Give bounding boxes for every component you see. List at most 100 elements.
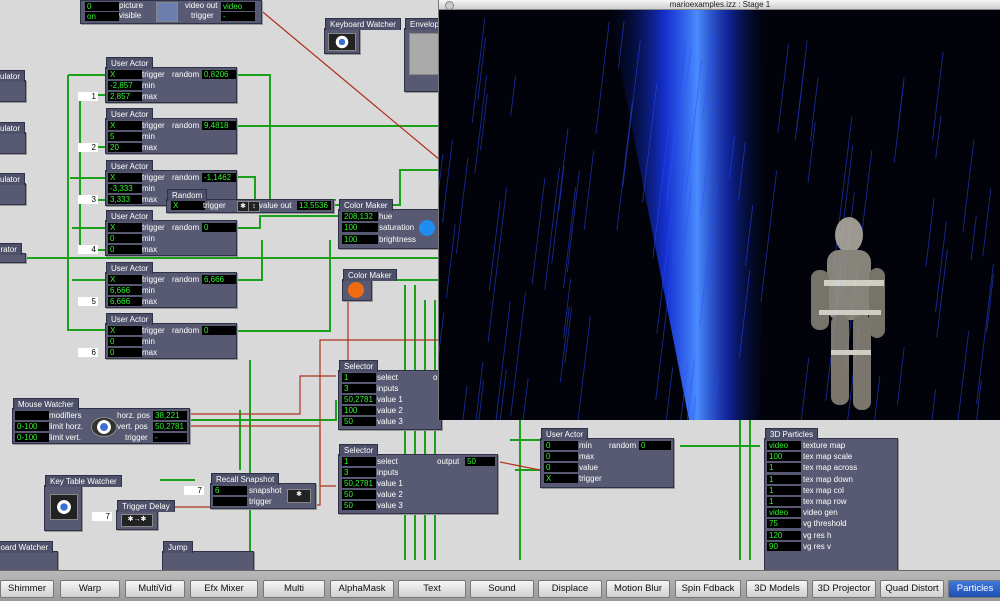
- envelope-generator-actor[interactable]: Envelop: [404, 18, 444, 92]
- keyboard-watcher-actor[interactable]: Keyboard Watcher: [324, 18, 401, 54]
- stage-title-bar[interactable]: marioexamples.izz : Stage 1: [439, 0, 1000, 10]
- min-value[interactable]: 5: [108, 132, 142, 141]
- particle-param-value[interactable]: video: [767, 441, 801, 450]
- value-1[interactable]: 50,2781: [342, 395, 376, 404]
- value-2[interactable]: 100: [342, 406, 376, 415]
- trigger-value[interactable]: X: [544, 474, 578, 483]
- random-value[interactable]: 0,8206: [202, 70, 236, 79]
- trigger-value[interactable]: X: [108, 275, 142, 284]
- vert-pos-value[interactable]: 50,2781: [153, 422, 187, 431]
- video-out-value[interactable]: video: [221, 2, 255, 11]
- tab-multi[interactable]: Multi: [263, 580, 325, 598]
- picture-value[interactable]: 0: [85, 2, 119, 11]
- max-value[interactable]: 2,857: [108, 92, 142, 101]
- tab-particles[interactable]: Particles: [948, 580, 1000, 598]
- min-value[interactable]: -3,333: [108, 184, 142, 193]
- value-2[interactable]: 50: [342, 490, 376, 499]
- limit-vert-value[interactable]: 0-100: [15, 433, 49, 442]
- tab-motion-blur[interactable]: Motion Blur: [606, 580, 670, 598]
- stage-window[interactable]: marioexamples.izz : Stage 1: [438, 0, 1000, 420]
- user-actor[interactable]: User Actor X 5 20 trigger min max random…: [105, 108, 237, 154]
- max-value[interactable]: 0: [108, 245, 142, 254]
- particle-param-value[interactable]: 90: [767, 541, 801, 551]
- random-out-value[interactable]: 13,5536: [297, 201, 331, 210]
- trigger-delay-actor[interactable]: Trigger Delay ✱→✱: [116, 500, 175, 530]
- max-value[interactable]: 3,333: [108, 195, 142, 204]
- inputs-value[interactable]: 3: [342, 384, 376, 393]
- user-actor-port[interactable]: 1: [78, 92, 98, 101]
- tab-alphamask[interactable]: AlphaMask: [330, 580, 394, 598]
- min-value[interactable]: 6,666: [108, 286, 142, 295]
- mouse-trigger-value[interactable]: -: [153, 433, 187, 442]
- random-value[interactable]: 0: [202, 326, 236, 335]
- saturation-value[interactable]: 100: [342, 223, 378, 232]
- user-actor-port[interactable]: 2: [78, 143, 98, 152]
- limit-horz-value[interactable]: 0-100: [15, 422, 49, 431]
- particle-param-value[interactable]: 1: [767, 497, 801, 506]
- key-table-watcher-actor[interactable]: Key Table Watcher: [44, 475, 122, 531]
- particle-param-value[interactable]: 75: [767, 519, 801, 529]
- particle-param-value[interactable]: 1: [767, 474, 801, 484]
- picture-player-actor[interactable]: 0 on picture visible video out video tri…: [80, 0, 262, 24]
- select-value[interactable]: 1: [342, 457, 376, 466]
- tab-3d-projector[interactable]: 3D Projector: [812, 580, 876, 598]
- snapshot-value[interactable]: 6: [213, 486, 247, 495]
- user-actor-port[interactable]: 4: [78, 245, 98, 254]
- tab-quad-distort[interactable]: Quad Distort: [880, 580, 944, 598]
- tab-sound[interactable]: Sound: [470, 580, 534, 598]
- visible-value[interactable]: on: [85, 12, 119, 21]
- recall-snapshot-actor[interactable]: Recall Snapshot 6 snapshot trigger ✱: [210, 473, 316, 509]
- output-value[interactable]: 50: [465, 457, 495, 466]
- max-value[interactable]: 6,666: [108, 297, 142, 306]
- max-value[interactable]: 20: [108, 143, 142, 152]
- tab-spin-fdback[interactable]: Spin Fdback: [675, 580, 741, 598]
- random-value[interactable]: -1,1462: [202, 173, 236, 182]
- tab-warp[interactable]: Warp: [60, 580, 120, 598]
- hue-value[interactable]: 208,132: [342, 212, 378, 221]
- trigger-value[interactable]: X: [108, 121, 142, 130]
- user-actor-bottom[interactable]: User Actor 0 0 0 X min max value trigger…: [540, 428, 674, 488]
- particle-param-value[interactable]: video: [767, 508, 801, 518]
- trigger-value[interactable]: X: [108, 326, 142, 335]
- trigger-delay-input[interactable]: 7: [92, 512, 112, 521]
- min-value[interactable]: 0: [108, 337, 142, 346]
- user-actor-port[interactable]: 5: [78, 297, 98, 306]
- patch-editor[interactable]: 0 on picture visible video out video tri…: [0, 0, 1000, 570]
- selector-actor-2[interactable]: Selector 1 3 50,2781 50 50 select inputs…: [338, 444, 498, 514]
- tab-multivid[interactable]: MultiVid: [125, 580, 185, 598]
- value-3[interactable]: 50: [342, 501, 376, 510]
- particle-param-value[interactable]: 120: [767, 530, 801, 540]
- jump-actor[interactable]: Jump: [162, 541, 254, 570]
- color-maker-actor-2[interactable]: Color Maker: [342, 269, 397, 301]
- max-value[interactable]: 0: [108, 348, 142, 357]
- min-value[interactable]: 0: [544, 441, 578, 450]
- value-1[interactable]: 50,2781: [342, 479, 376, 488]
- user-actor-port[interactable]: 6: [78, 348, 98, 357]
- recall-snapshot-input[interactable]: 7: [184, 486, 204, 495]
- max-value[interactable]: 0: [544, 452, 578, 461]
- user-actor[interactable]: User Actor X 6,666 6,666 trigger min max…: [105, 262, 237, 308]
- particle-param-value[interactable]: 1: [767, 463, 801, 473]
- inputs-value[interactable]: 3: [342, 468, 376, 477]
- min-value[interactable]: -2,857: [108, 81, 142, 90]
- calculator-actor[interactable]: culator: [0, 70, 26, 102]
- horz-pos-value[interactable]: 38,221: [153, 411, 187, 420]
- user-actor-port[interactable]: 3: [78, 195, 98, 204]
- user-actor[interactable]: User Actor X -2,857 2,857 trigger min ma…: [105, 57, 237, 103]
- random-actor[interactable]: Random X trigger ✱ ↕ value out 13,5536: [166, 189, 334, 213]
- calculator-actor[interactable]: culator: [0, 122, 26, 154]
- mouse-watcher-actor[interactable]: Mouse Watcher 0-100 0-100 modifiers limi…: [12, 398, 190, 444]
- min-value[interactable]: 0: [108, 234, 142, 243]
- tab-shimmer[interactable]: Shimmer: [0, 580, 54, 598]
- value-value[interactable]: 0: [544, 463, 578, 472]
- tab-3d-models[interactable]: 3D Models: [746, 580, 808, 598]
- random-value[interactable]: 6,666: [202, 275, 236, 284]
- particles-3d-actor[interactable]: 3D Particles video texture map 100 tex map …: [764, 428, 898, 570]
- select-value[interactable]: 1: [342, 373, 376, 382]
- brightness-value[interactable]: 100: [342, 235, 378, 244]
- random-input[interactable]: X: [171, 201, 205, 210]
- close-icon[interactable]: [445, 1, 454, 10]
- trigger-value[interactable]: X: [108, 223, 142, 232]
- modifiers-value[interactable]: [15, 411, 49, 420]
- generator-actor[interactable]: erator: [0, 243, 26, 263]
